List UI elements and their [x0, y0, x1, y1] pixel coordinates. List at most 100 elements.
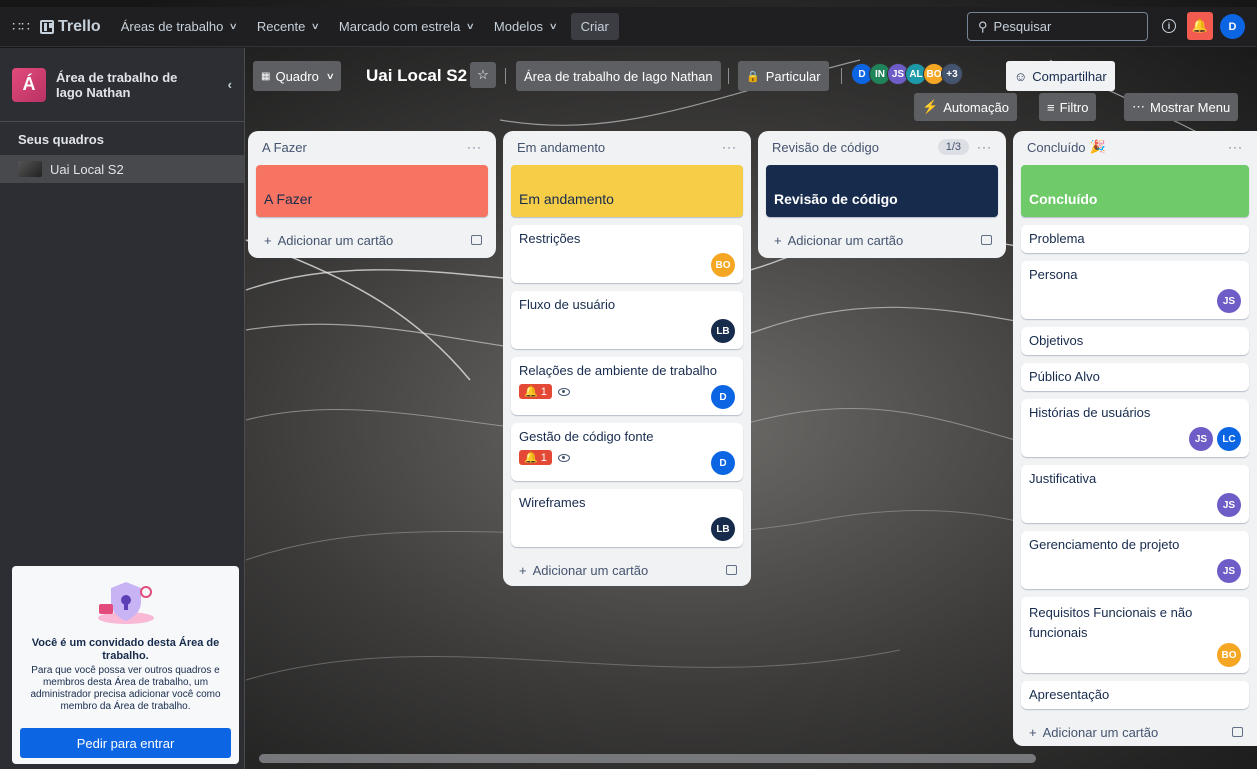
- card-title: Problema: [1029, 231, 1085, 246]
- eye-icon: [557, 453, 570, 462]
- cover-card[interactable]: Em andamento: [511, 165, 743, 217]
- info-button[interactable]: i: [1157, 14, 1181, 38]
- collapse-sidebar-icon[interactable]: ‹: [228, 77, 232, 92]
- list-menu-icon[interactable]: ···: [467, 140, 482, 154]
- board-members[interactable]: D IN JS AL BO +3: [851, 63, 963, 85]
- cover-card[interactable]: Revisão de código: [766, 165, 998, 217]
- card-member-avatar[interactable]: JS: [1217, 559, 1241, 583]
- board-view-switcher[interactable]: ▦ Quadro ∨: [253, 61, 342, 91]
- card[interactable]: Público Alvo: [1021, 363, 1249, 391]
- nav-templates[interactable]: Modelos ∨: [484, 11, 567, 43]
- card[interactable]: Persona JS: [1021, 261, 1249, 319]
- list-menu-icon[interactable]: ···: [1228, 140, 1243, 154]
- party-icon: 🎉: [1089, 139, 1106, 154]
- app-switcher-icon[interactable]: ∷∷: [8, 14, 34, 40]
- add-card-button[interactable]: + Adicionar um cartão: [758, 225, 1006, 255]
- guest-notice: Você é um convidado desta Área de trabal…: [12, 566, 239, 764]
- divider: [841, 68, 842, 84]
- card-template-icon[interactable]: [1232, 727, 1243, 737]
- search-icon: ⚲: [978, 18, 988, 34]
- notification-badge: 🔔 1: [519, 384, 552, 399]
- list-title[interactable]: Concluído: [1027, 140, 1086, 155]
- card-template-icon[interactable]: [471, 235, 482, 245]
- add-card-button[interactable]: + Adicionar um cartão: [503, 555, 751, 585]
- chevron-down-icon: ∨: [548, 21, 558, 31]
- trello-logo[interactable]: Trello: [40, 18, 101, 36]
- notification-count: 1: [540, 451, 547, 464]
- card-template-icon[interactable]: [981, 235, 992, 245]
- privacy-button[interactable]: 🔒 Particular: [738, 61, 829, 91]
- more-members-badge[interactable]: +3: [941, 63, 963, 85]
- cover-card[interactable]: Concluído: [1021, 165, 1249, 217]
- bell-icon: 🔔: [524, 386, 538, 398]
- list-menu-icon[interactable]: ···: [722, 140, 737, 154]
- your-boards-heading: Seus quadros: [18, 132, 104, 147]
- lock-icon: 🔒: [746, 70, 760, 83]
- list-menu-icon[interactable]: ···: [977, 140, 992, 154]
- brand-name: Trello: [58, 17, 101, 35]
- card-member-avatar[interactable]: D: [711, 451, 735, 475]
- list-title[interactable]: A Fazer: [262, 140, 307, 155]
- workspace-name[interactable]: Área de trabalho de Iago Nathan: [56, 70, 206, 100]
- card[interactable]: Objetivos: [1021, 327, 1249, 355]
- add-card-label: Adicionar um cartão: [1042, 724, 1159, 740]
- card[interactable]: Problema: [1021, 225, 1249, 253]
- star-board-button[interactable]: ☆: [470, 62, 496, 88]
- card-member-avatar[interactable]: JS: [1189, 427, 1213, 451]
- show-menu-button[interactable]: ⋯ Mostrar Menu: [1124, 93, 1239, 121]
- nav-recent[interactable]: Recente ∨: [247, 11, 329, 43]
- user-avatar[interactable]: D: [1220, 14, 1245, 39]
- card[interactable]: Relações de ambiente de trabalho 🔔 1 D: [511, 357, 743, 415]
- card-member-avatar[interactable]: BO: [1217, 643, 1241, 667]
- card[interactable]: Apresentação: [1021, 681, 1249, 709]
- card-member-avatar[interactable]: LB: [711, 319, 735, 343]
- cover-card[interactable]: A Fazer: [256, 165, 488, 217]
- share-icon: ☺: [1014, 68, 1028, 84]
- list-title[interactable]: Revisão de código: [772, 140, 879, 155]
- card-member-avatar[interactable]: BO: [711, 253, 735, 277]
- card[interactable]: Justificativa JS: [1021, 465, 1249, 523]
- card-member-avatar[interactable]: JS: [1217, 493, 1241, 517]
- card-title: Apresentação: [1029, 687, 1110, 702]
- card[interactable]: Gerenciamento de projeto JS: [1021, 531, 1249, 589]
- ask-to-join-button[interactable]: Pedir para entrar: [20, 728, 231, 758]
- card-member-avatar[interactable]: D: [711, 385, 735, 409]
- card[interactable]: Gestão de código fonte 🔔 1 D: [511, 423, 743, 481]
- list-title[interactable]: Em andamento: [517, 140, 605, 155]
- bell-icon: 🔔: [1191, 18, 1209, 33]
- workspace-link-button[interactable]: Área de trabalho de Iago Nathan: [516, 61, 721, 91]
- card[interactable]: Requisitos Funcionais e não funcionais B…: [1021, 597, 1249, 673]
- card-title: Requisitos Funcionais e não funcionais: [1029, 605, 1193, 640]
- card[interactable]: Wireframes LB: [511, 489, 743, 547]
- search-placeholder: Pesquisar: [993, 19, 1052, 34]
- filter-label: Filtro: [1059, 99, 1089, 115]
- card[interactable]: Fluxo de usuário LB: [511, 291, 743, 349]
- card-title: Wireframes: [519, 495, 586, 510]
- nav-starred[interactable]: Marcado com estrela ∨: [329, 11, 484, 43]
- card[interactable]: Histórias de usuários JS LC: [1021, 399, 1249, 457]
- card-title: Restrições: [519, 231, 581, 246]
- card-member-avatar[interactable]: LB: [711, 517, 735, 541]
- card[interactable]: Restrições BO: [511, 225, 743, 283]
- star-icon: ☆: [477, 67, 489, 82]
- share-button[interactable]: ☺ Compartilhar: [1006, 61, 1115, 91]
- card-template-icon[interactable]: [726, 565, 737, 575]
- card-member-avatar[interactable]: JS: [1217, 289, 1241, 313]
- notifications-button[interactable]: 🔔: [1187, 12, 1213, 40]
- add-card-button[interactable]: + Adicionar um cartão: [1013, 717, 1257, 747]
- automation-button[interactable]: ⚡ Automação: [914, 93, 1017, 121]
- card-member-avatar[interactable]: LC: [1217, 427, 1241, 451]
- horizontal-scrollbar[interactable]: [259, 754, 1036, 763]
- plus-icon: +: [774, 232, 782, 248]
- guest-lock-illustration: [97, 582, 154, 624]
- create-button[interactable]: Criar: [570, 13, 619, 40]
- share-label: Compartilhar: [1032, 68, 1107, 84]
- board-view-label: Quadro: [275, 68, 319, 84]
- nav-workspaces[interactable]: Áreas de trabalho ∨: [111, 11, 247, 43]
- board-title[interactable]: Uai Local S2: [366, 66, 467, 86]
- filter-button[interactable]: ≡ Filtro: [1039, 93, 1097, 121]
- search-input[interactable]: ⚲ Pesquisar: [967, 12, 1148, 41]
- list-header: Concluído 🎉 ···: [1013, 131, 1257, 163]
- sidebar-item-board[interactable]: Uai Local S2: [0, 155, 244, 183]
- add-card-button[interactable]: + Adicionar um cartão: [248, 225, 496, 255]
